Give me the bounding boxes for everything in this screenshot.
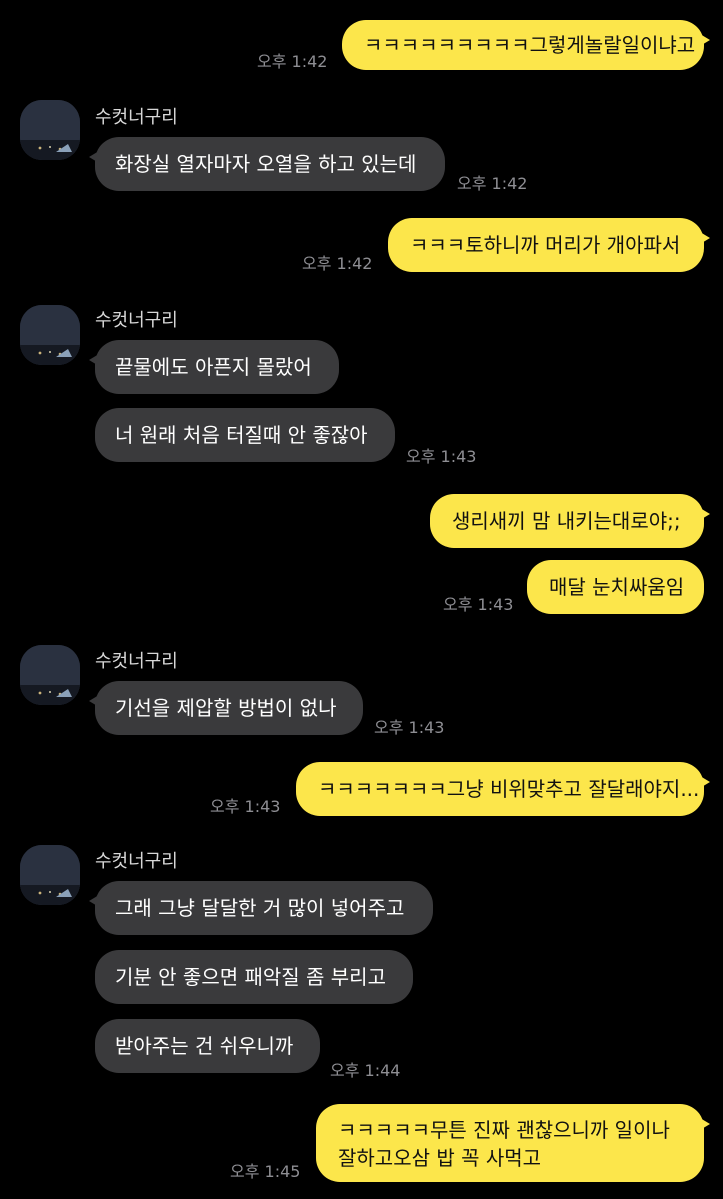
- message-text: 기선을 제압할 방법이 없나: [115, 696, 337, 720]
- message-timestamp: 오후 1:43: [406, 447, 477, 466]
- message-text: 받아주는 건 쉬우니까: [115, 1034, 294, 1058]
- their-message-bubble[interactable]: 그래 그냥 달달한 거 많이 넣어주고: [89, 881, 433, 935]
- avatar[interactable]: [20, 645, 80, 705]
- message-text: 끝물에도 아픈지 몰랐어: [115, 355, 312, 379]
- avatar-image: [20, 645, 80, 705]
- message-text: 기분 안 좋으면 패악질 좀 부리고: [115, 965, 386, 989]
- message-timestamp: 오후 1:42: [457, 174, 528, 193]
- my-message-bubble[interactable]: ㅋㅋㅋ토하니까 머리가 개아파서: [388, 218, 710, 272]
- sender-name: 수컷너구리: [95, 851, 178, 872]
- message-text: 생리새끼 맘 내키는대로야;;: [452, 509, 681, 533]
- sender-name: 수컷너구리: [95, 310, 178, 331]
- their-message-bubble[interactable]: 끝물에도 아픈지 몰랐어: [89, 340, 339, 394]
- message-timestamp: 오후 1:42: [302, 254, 373, 273]
- avatar[interactable]: [20, 100, 80, 160]
- my-message-bubble[interactable]: ㅋㅋㅋㅋㅋㅋㅋ그냥 비위맞추고 잘달래야지...: [296, 762, 710, 816]
- my-message-bubble[interactable]: ㅋㅋㅋㅋㅋ무튼 진짜 괜찮으니까 일이나 잘하고오삼 밥 꼭 사먹고: [316, 1104, 710, 1182]
- message-text-line: ㅋㅋㅋㅋㅋ무튼 진짜 괜찮으니까 일이나: [338, 1118, 670, 1142]
- message-text-line: 잘하고오삼 밥 꼭 사먹고: [338, 1146, 542, 1170]
- avatar-image: [20, 305, 80, 365]
- sender-name: 수컷너구리: [95, 651, 178, 672]
- message-timestamp: 오후 1:43: [443, 595, 514, 614]
- message-timestamp: 오후 1:42: [257, 52, 328, 71]
- their-message-bubble[interactable]: 받아주는 건 쉬우니까: [95, 1019, 320, 1073]
- message-text: 매달 눈치싸움임: [549, 575, 685, 599]
- my-message-bubble[interactable]: ㅋㅋㅋㅋㅋㅋㅋㅋㅋ그렇게놀랄일이냐고: [342, 20, 710, 70]
- my-message-bubble[interactable]: 매달 눈치싸움임: [527, 560, 704, 614]
- avatar-image: [20, 100, 80, 160]
- my-message-bubble[interactable]: 생리새끼 맘 내키는대로야;;: [430, 494, 710, 548]
- their-message-bubble[interactable]: 기선을 제압할 방법이 없나: [89, 681, 363, 735]
- sender-name: 수컷너구리: [95, 107, 178, 128]
- avatar[interactable]: [20, 305, 80, 365]
- message-text: 그래 그냥 달달한 거 많이 넣어주고: [115, 896, 405, 920]
- message-text: 너 원래 처음 터질때 안 좋잖아: [115, 423, 368, 447]
- message-text: ㅋㅋㅋ토하니까 머리가 개아파서: [410, 233, 681, 257]
- their-message-bubble[interactable]: 너 원래 처음 터질때 안 좋잖아: [95, 408, 395, 462]
- message-text: ㅋㅋㅋㅋㅋㅋㅋ그냥 비위맞추고 잘달래야지...: [318, 777, 700, 801]
- message-text: ㅋㅋㅋㅋㅋㅋㅋㅋㅋ그렇게놀랄일이냐고: [364, 33, 696, 57]
- message-timestamp: 오후 1:43: [210, 797, 281, 816]
- their-message-bubble[interactable]: 기분 안 좋으면 패악질 좀 부리고: [95, 950, 413, 1004]
- message-timestamp: 오후 1:45: [230, 1162, 301, 1181]
- avatar[interactable]: [20, 845, 80, 905]
- their-message-bubble[interactable]: 화장실 열자마자 오열을 하고 있는데: [89, 137, 445, 191]
- message-text: 화장실 열자마자 오열을 하고 있는데: [115, 152, 417, 176]
- message-timestamp: 오후 1:43: [374, 718, 445, 737]
- message-timestamp: 오후 1:44: [330, 1061, 401, 1080]
- avatar-image: [20, 845, 80, 905]
